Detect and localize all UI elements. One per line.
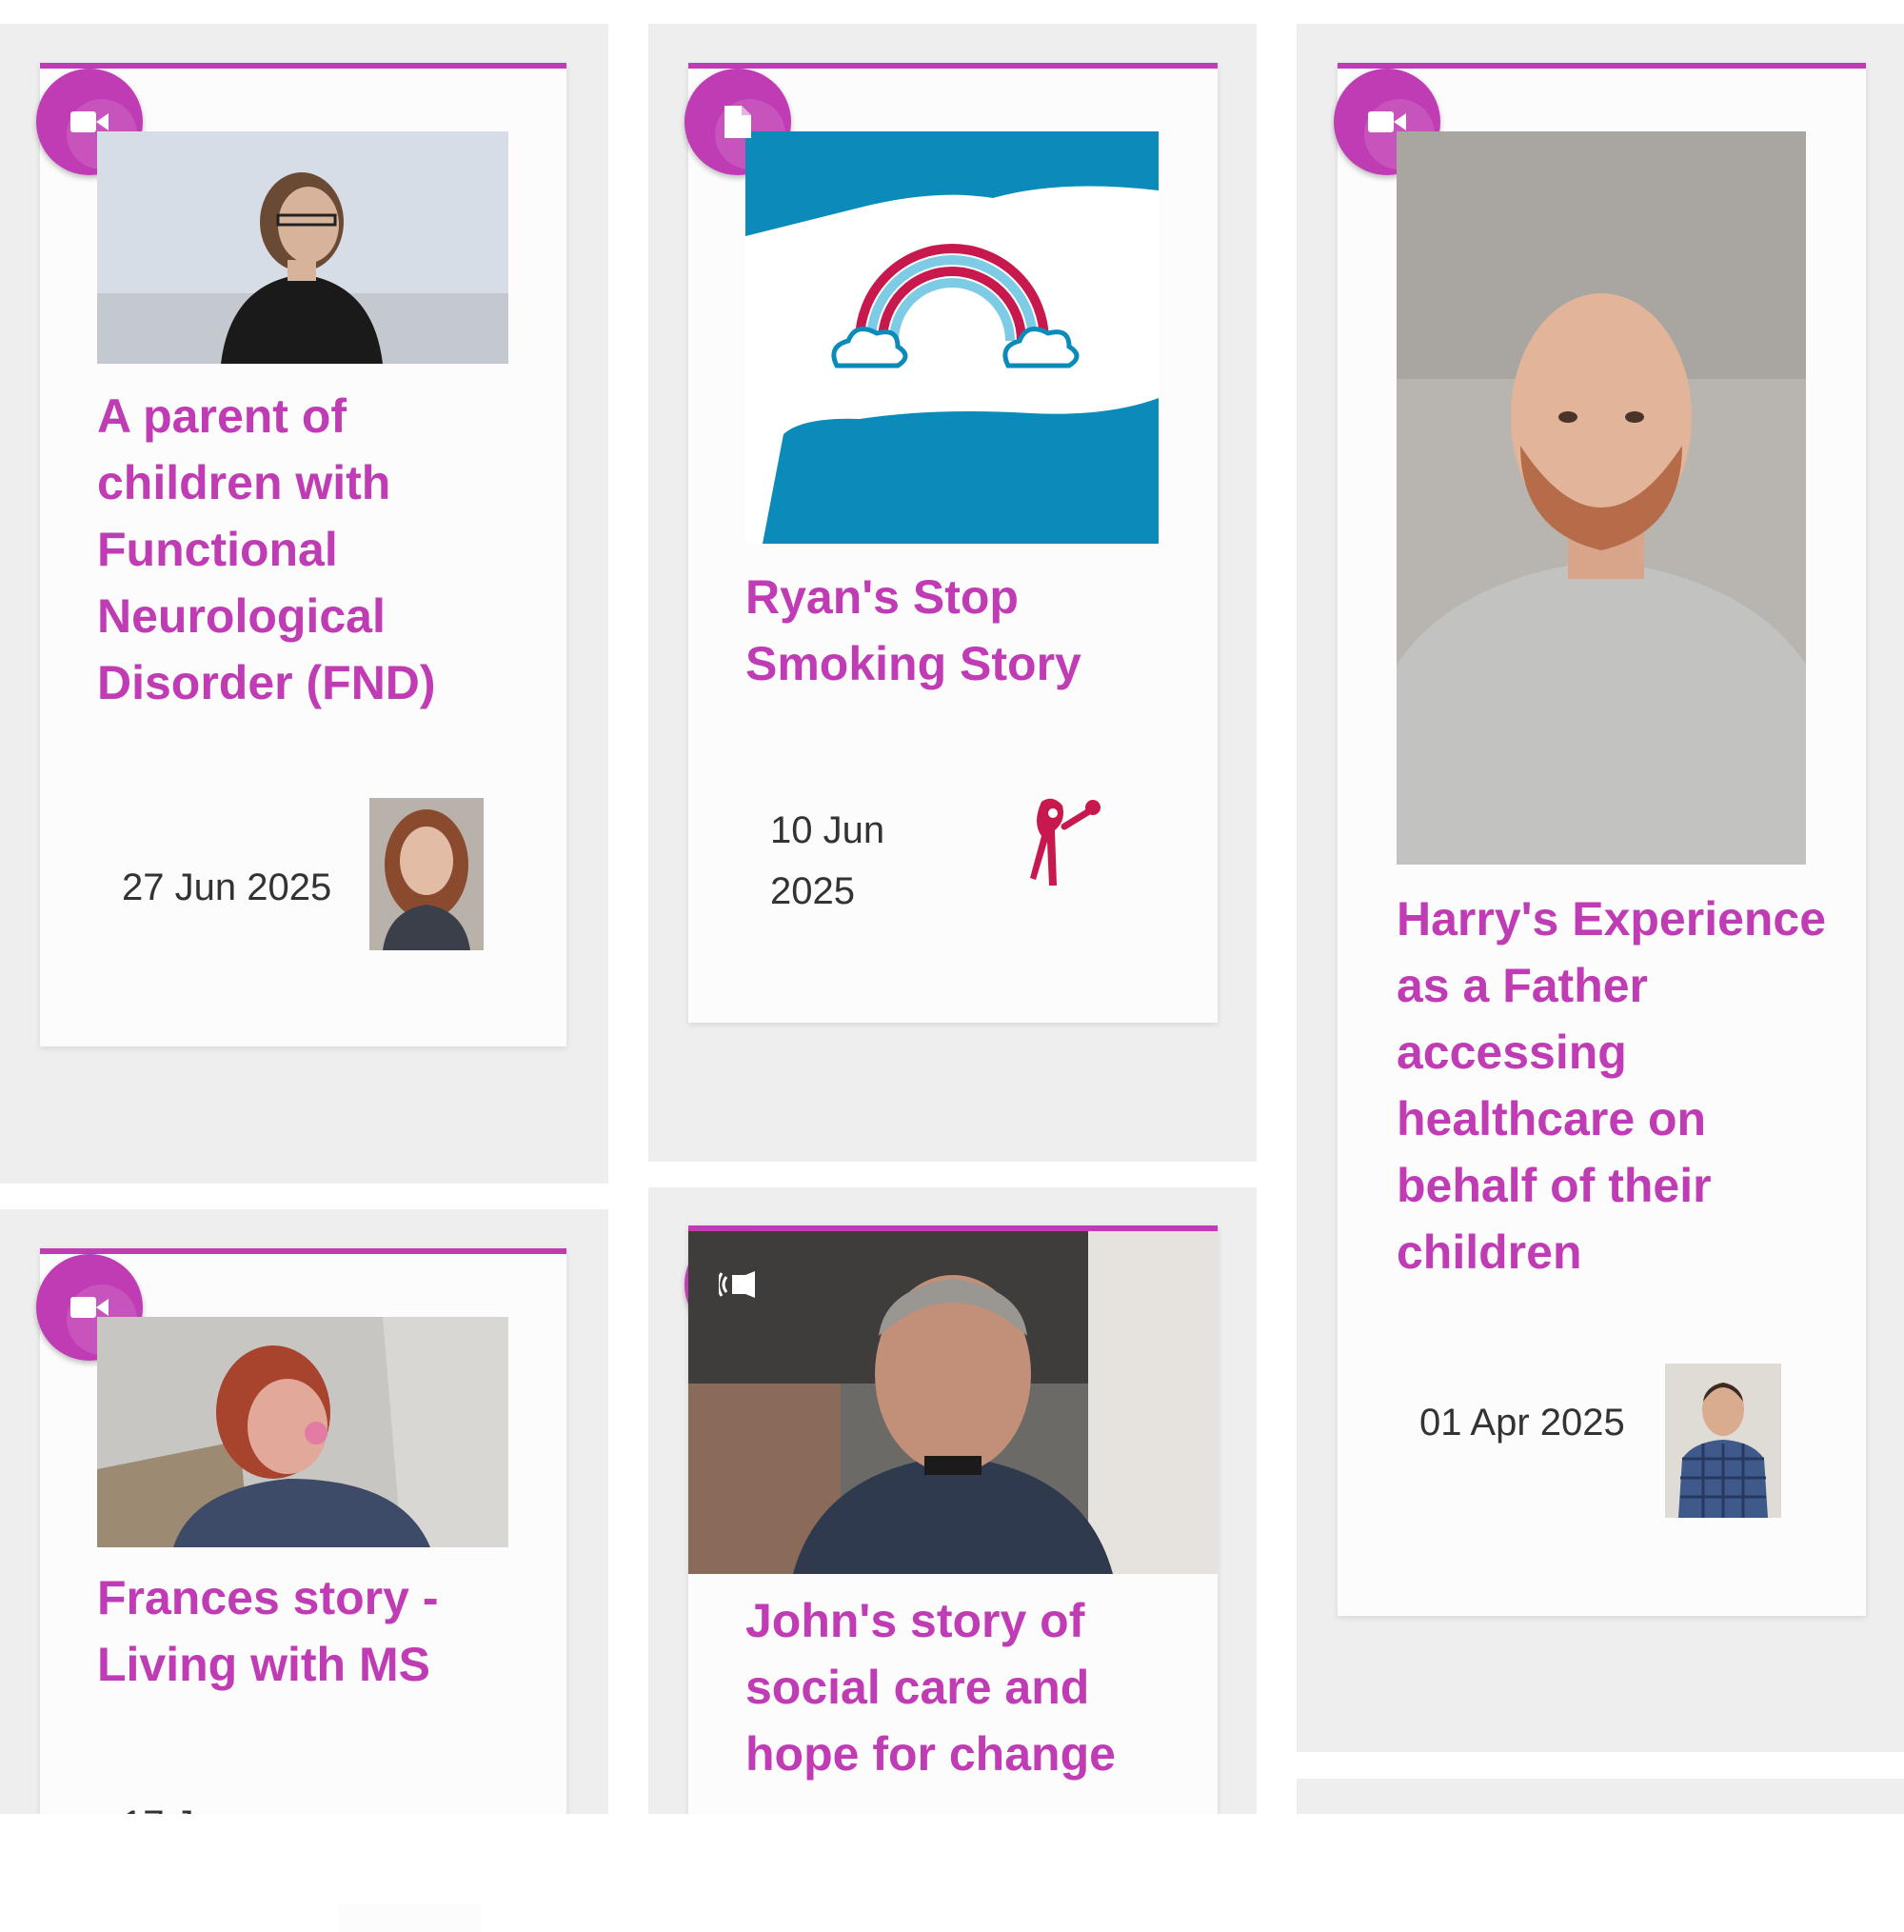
author-avatar bbox=[1665, 1364, 1781, 1518]
author-avatar bbox=[986, 773, 1129, 916]
story-thumbnail[interactable] bbox=[688, 1231, 1218, 1574]
story-title[interactable]: Ryan's Stop Smoking Story bbox=[745, 564, 1183, 697]
story-date: 27 Jun 2025 bbox=[122, 866, 332, 908]
story-card[interactable]: John's story of social care and hope for… bbox=[684, 1225, 1218, 1858]
story-date: 01 Apr 2025 bbox=[1419, 1402, 1625, 1444]
story-thumbnail[interactable] bbox=[97, 1317, 508, 1547]
story-card[interactable]: Ryan's Stop Smoking Story 10 Jun 2025 bbox=[684, 63, 1218, 1023]
story-card[interactable]: A parent of children with Functional Neu… bbox=[36, 63, 566, 1046]
story-title[interactable]: Frances story - Living with MS bbox=[97, 1564, 535, 1698]
story-thumbnail[interactable] bbox=[97, 131, 508, 364]
story-title[interactable]: A parent of children with Functional Neu… bbox=[97, 383, 535, 716]
story-title[interactable]: Harry's Experience as a Father accessing… bbox=[1397, 886, 1835, 1285]
story-date: 10 Jun 2025 bbox=[770, 809, 885, 912]
story-card[interactable]: Harry's Experience as a Father accessing… bbox=[1334, 63, 1866, 1616]
column-panel bbox=[1297, 1779, 1904, 1819]
story-card[interactable]: Frances story - Living with MS 17 Jun bbox=[36, 1248, 566, 1932]
story-thumbnail[interactable] bbox=[1397, 131, 1806, 865]
author-avatar bbox=[369, 798, 484, 950]
story-thumbnail[interactable] bbox=[745, 131, 1159, 544]
page-bottom bbox=[0, 1814, 1904, 1904]
story-title[interactable]: John's story of social care and hope for… bbox=[745, 1587, 1183, 1787]
